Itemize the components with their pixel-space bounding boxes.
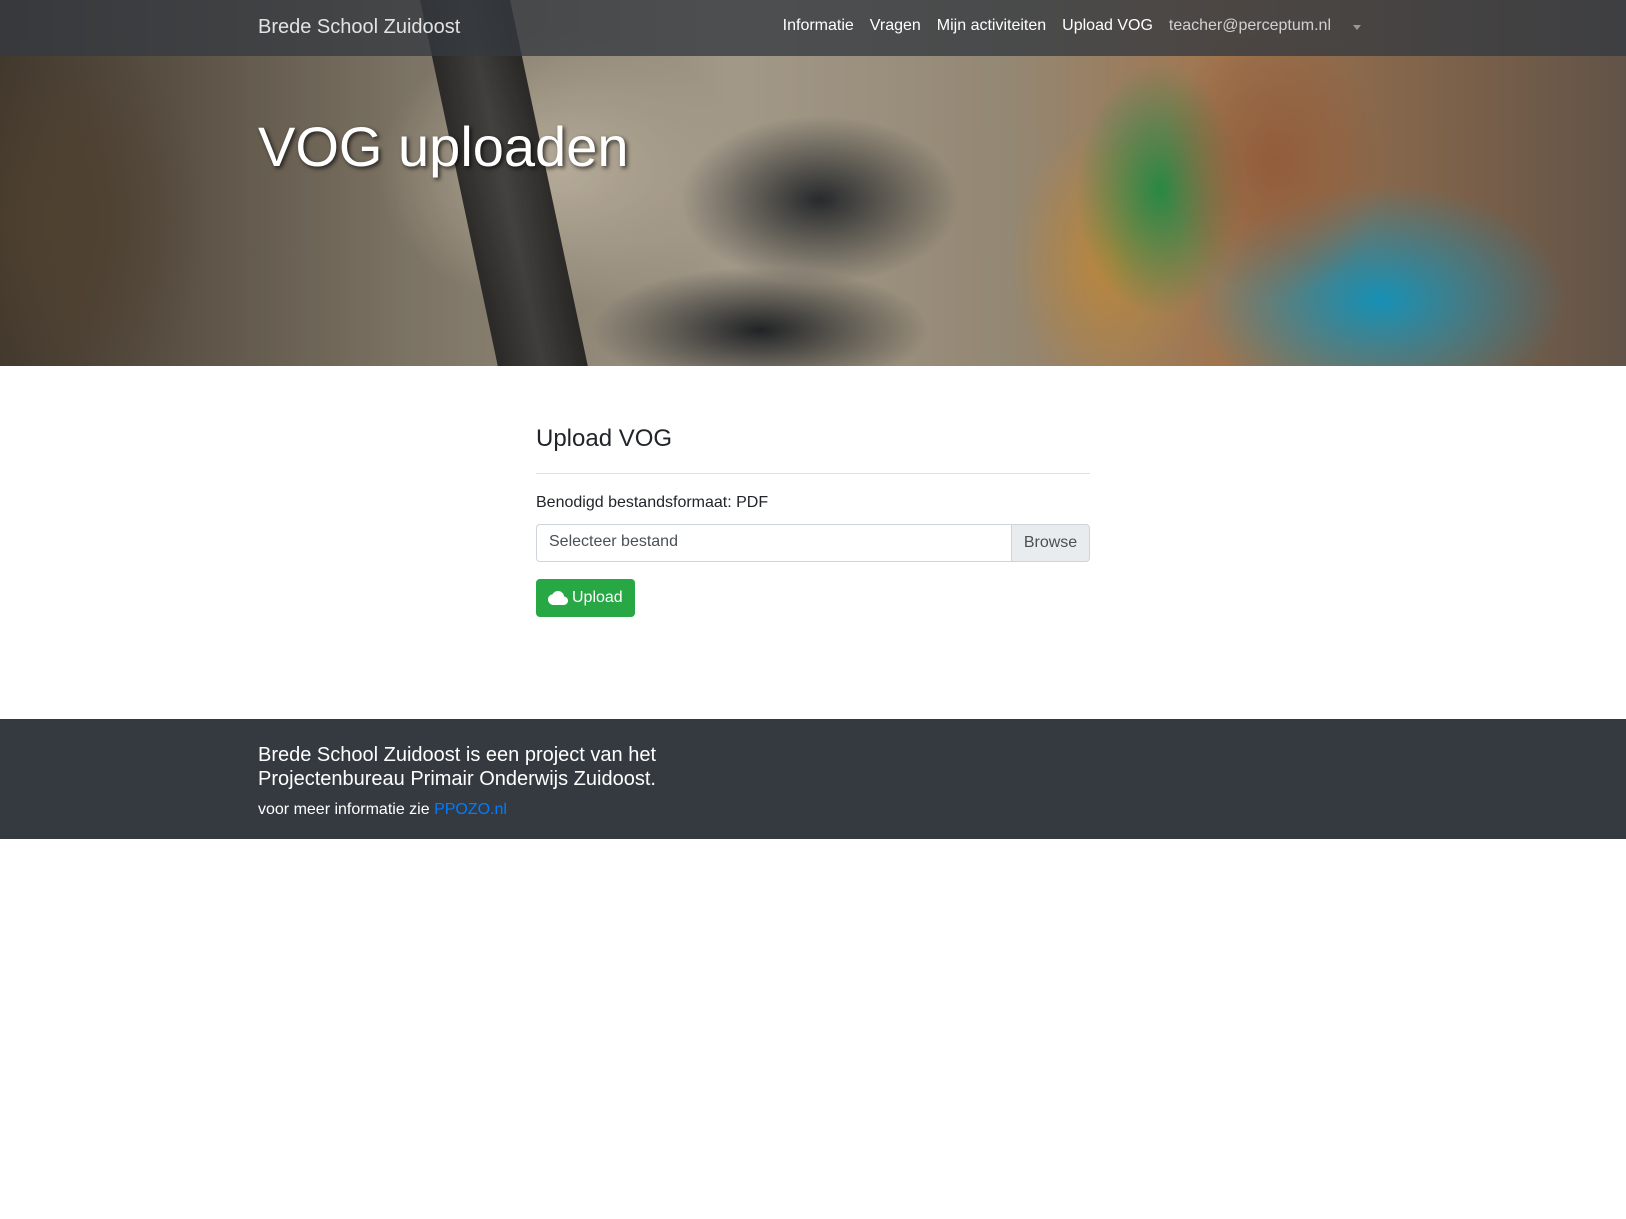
ppozo-link[interactable]: PPOZO.nl xyxy=(434,801,507,818)
cloud-icon xyxy=(548,590,568,605)
nav-link-vragen[interactable]: Vragen xyxy=(870,17,921,35)
form-heading: Upload VOG xyxy=(536,425,673,452)
footer-description: Brede School Zuidoost is een project van… xyxy=(258,744,657,790)
nav-link-informatie[interactable]: Informatie xyxy=(783,17,854,35)
chevron-down-icon[interactable] xyxy=(1353,24,1361,30)
nav-link-upload-vog[interactable]: Upload VOG xyxy=(1062,17,1153,35)
divider xyxy=(536,472,1090,474)
nav-user-menu[interactable]: teacher@perceptum.nl xyxy=(1169,17,1331,35)
footer-more-info: voor meer informatie zie PPOZO.nl xyxy=(258,801,507,819)
file-input[interactable]: Selecteer bestand xyxy=(536,523,1011,562)
upload-form: Upload VOG Benodigd bestandsformaat: PDF… xyxy=(536,425,1090,617)
footer-more-prefix: voor meer informatie zie xyxy=(258,801,430,818)
nav-link-mijn-activiteiten[interactable]: Mijn activiteiten xyxy=(937,17,1046,35)
navbar-brand[interactable]: Brede School Zuidoost xyxy=(258,16,460,39)
page-title: VOG uploaden xyxy=(258,115,629,178)
navbar: Brede School Zuidoost Informatie Vragen … xyxy=(0,0,1626,56)
upload-button[interactable]: Upload xyxy=(536,578,635,617)
footer: Brede School Zuidoost is een project van… xyxy=(0,719,1626,839)
browse-button[interactable]: Browse xyxy=(1011,523,1090,562)
navbar-links: Informatie Vragen Mijn activiteiten Uplo… xyxy=(767,17,1361,35)
file-picker: Selecteer bestand Browse xyxy=(536,523,1090,562)
upload-button-label: Upload xyxy=(572,588,623,606)
file-format-label: Benodigd bestandsformaat: PDF xyxy=(536,493,769,511)
